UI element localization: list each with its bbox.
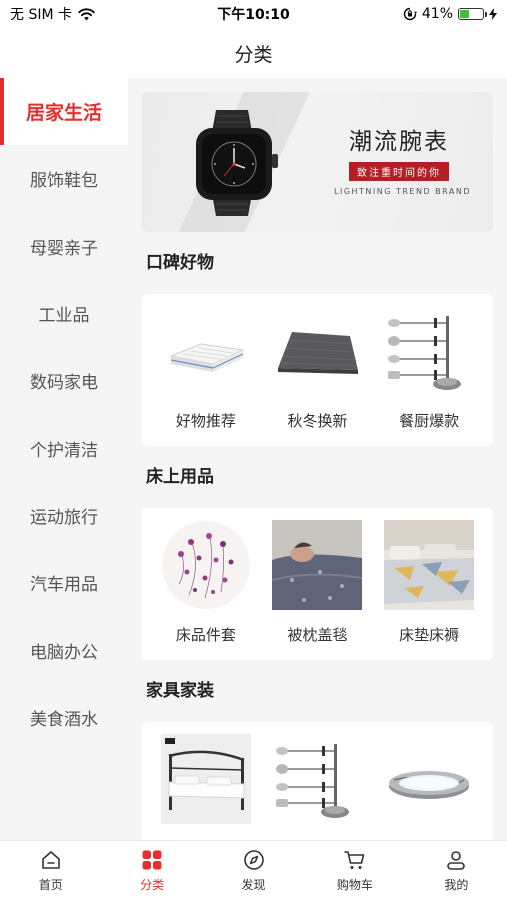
tab-home[interactable]: 首页 [0,841,101,900]
sidebar-item-mother-baby[interactable]: 母婴亲子 [0,213,128,280]
category-tile[interactable]: 被枕盖毯 [269,520,365,660]
tile-label: 秋冬换新 [287,412,348,430]
sidebar-item-food[interactable]: 美食酒水 [0,684,128,751]
kitchen-utensil-rack-image [272,734,362,824]
sidebar-item-label: 服饰鞋包 [30,171,98,192]
tile-label: 被枕盖毯 [287,626,348,644]
tile-label: 餐厨爆款 [399,412,460,430]
category-tile[interactable]: 秋冬换新 [269,306,365,446]
page-title: 分类 [234,43,273,66]
banner-subtitle: 致注重时间的你 [349,162,449,181]
banner-text: 潮流腕表 致注重时间的你 LIGHTNING TREND BRAND [334,122,472,196]
sidebar-item-apparel[interactable]: 服饰鞋包 [0,145,128,212]
tile-label: 好物推荐 [175,412,236,430]
category-tile[interactable] [269,734,365,840]
sidebar-item-auto[interactable]: 汽车用品 [0,549,128,616]
category-tile[interactable]: 床品件套 [158,520,254,660]
sidebar-item-label: 运动旅行 [30,507,98,528]
category-tile[interactable] [381,734,477,840]
sidebar-item-label: 母婴亲子 [30,238,98,259]
sidebar-item-digital[interactable]: 数码家电 [0,347,128,414]
sidebar-item-personal-care[interactable]: 个护清洁 [0,414,128,481]
banner-english: LIGHTNING TREND BRAND [334,187,472,196]
sidebar-item-label: 美食酒水 [30,709,98,730]
section-card: 床品件套 被枕盖毯 床垫床褥 [142,508,493,660]
tile-label: 床品件套 [175,626,236,644]
wifi-icon [78,7,95,20]
tab-discover[interactable]: 发现 [203,841,304,900]
sidebar-item-sports[interactable]: 运动旅行 [0,482,128,549]
category-sidebar: 居家生活 服饰鞋包 母婴亲子 工业品 数码家电 个护清洁 运动旅行 汽车用品 电… [0,78,128,840]
section-title: 床上用品 [146,467,214,487]
home-icon [41,851,60,869]
nav-bar: 分类 [0,28,507,78]
tab-label: 购物车 [336,878,373,892]
tile-label: 床垫床褥 [399,626,460,644]
category-icon [142,850,162,870]
section-title: 口碑好物 [146,253,214,273]
profile-icon [447,851,466,870]
tab-label: 我的 [444,878,469,892]
tab-profile[interactable]: 我的 [406,841,507,900]
sidebar-item-label: 工业品 [38,306,90,327]
sidebar-item-home-living[interactable]: 居家生活 [0,78,128,146]
battery-level [460,10,470,18]
category-tile[interactable]: 床垫床褥 [381,520,477,660]
battery-icon [458,8,487,20]
compass-icon [243,850,264,870]
banner-title: 潮流腕表 [349,129,449,155]
cart-icon [344,851,365,869]
kitchen-utensil-rack-image [384,306,474,396]
tab-label: 分类 [140,878,165,892]
section-card: 好物推荐 秋冬换新 餐厨爆款 [142,294,493,446]
category-tile[interactable]: 餐厨爆款 [381,306,477,446]
sidebar-item-label: 电脑办公 [30,642,98,663]
tab-label: 首页 [38,878,63,892]
carrier-label: 无 SIM 卡 [10,7,72,23]
section-card [142,722,493,840]
promo-banner[interactable]: 潮流腕表 致注重时间的你 LIGHTNING TREND BRAND [142,92,493,232]
category-content: 潮流腕表 致注重时间的你 LIGHTNING TREND BRAND 口碑好物 … [128,78,507,840]
mattress-image [161,306,251,396]
ceiling-lamp-image [384,734,474,824]
sidebar-item-label: 个护清洁 [30,440,98,461]
sidebar-item-label: 居家生活 [25,102,102,125]
sidebar-item-industrial[interactable]: 工业品 [0,280,128,347]
sidebar-item-office[interactable]: 电脑办公 [0,616,128,683]
sidebar-item-label: 汽车用品 [30,575,98,596]
bed-set-image [384,520,475,610]
floral-bedding-image [161,520,251,610]
tab-bar: 首页 分类 发现 购物车 我的 [0,840,507,900]
sidebar-item-label: 数码家电 [30,373,98,394]
status-bar: 无 SIM 卡 下午10:10 41% [0,0,507,28]
orientation-lock-icon [403,7,417,21]
status-left: 无 SIM 卡 [10,4,95,24]
tab-category[interactable]: 分类 [101,841,202,900]
blanket-image [272,520,363,610]
category-tile[interactable] [158,734,254,840]
tab-label: 发现 [241,878,266,892]
tab-cart[interactable]: 购物车 [304,841,405,900]
status-right: 41% [403,6,497,22]
battery-percent: 41% [421,6,453,22]
category-tile[interactable]: 好物推荐 [158,306,254,446]
bed-frame-image [160,734,251,824]
smartwatch-image [196,110,278,216]
charging-icon [489,8,497,20]
section-title: 家具家装 [146,681,214,701]
wood-board-image [272,306,362,396]
